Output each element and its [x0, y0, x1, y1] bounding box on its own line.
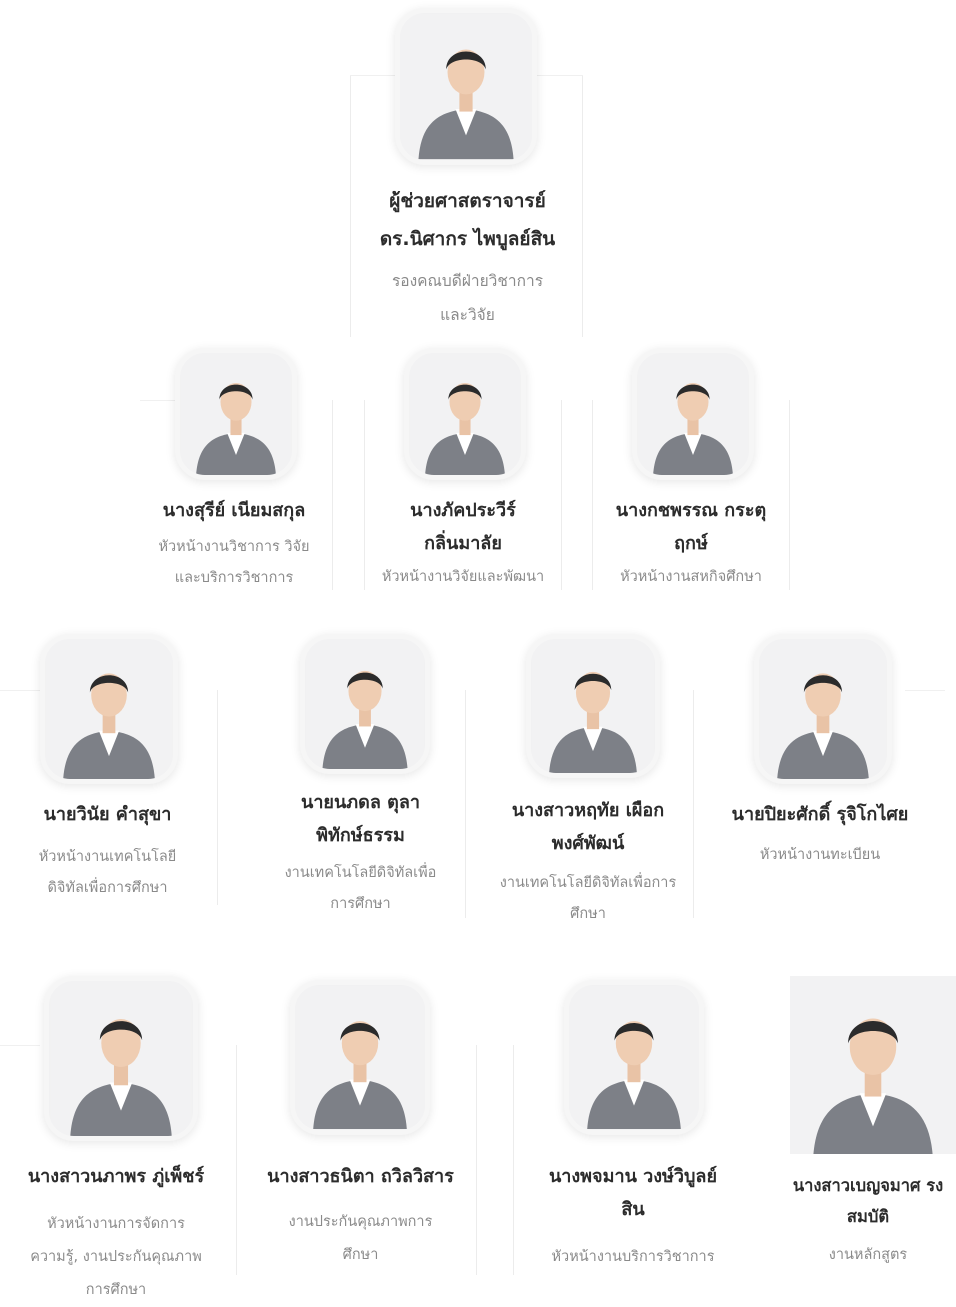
portrait-photo — [44, 976, 198, 1141]
person-role: หัวหน้างานทะเบียน — [759, 847, 881, 863]
divider — [350, 75, 351, 337]
person-card: นางกชพรรณ กระตุฤกษ์ หัวหน้างานสหกิจศึกษา — [594, 340, 788, 595]
divider — [476, 1045, 477, 1275]
portrait-photo — [754, 634, 892, 784]
portrait-photo — [404, 348, 526, 480]
person-name: นางพจมาน วงษ์วิบูลย์สิน — [548, 1166, 718, 1220]
person-card: นายวินัย คำสุขา หัวหน้างานเทคโนโลยีดิจิท… — [0, 630, 215, 920]
divider — [332, 400, 333, 590]
person-name: นางสาวธนิตา ถวิลวิสาร — [267, 1166, 454, 1187]
person-role: งานเทคโนโลยีดิจิทัลเพื่อการศึกษา — [284, 865, 437, 912]
person-role: งานเทคโนโลยีดิจิทัลเพื่อการศึกษา — [499, 875, 677, 922]
person-name: นายปิยะศักดิ์ รุจิโกไศย — [731, 804, 909, 825]
divider — [364, 400, 365, 590]
portrait-photo — [526, 634, 660, 778]
person-name: นางสาวหฤทัย เผือกพงศ์พัฒน์ — [511, 800, 665, 854]
portrait-photo — [790, 976, 956, 1154]
divider — [513, 1045, 514, 1275]
person-name: นายวินัย คำสุขา — [43, 804, 172, 825]
person-card: นางสาวนภาพร ภู่เพ็ชร์ หัวหน้างานการจัดกา… — [0, 970, 232, 1307]
person-name: นางสาวเบญจมาศ รงสมบัติ — [792, 1176, 944, 1226]
portrait-photo — [632, 348, 754, 480]
divider — [465, 690, 466, 918]
divider — [217, 690, 218, 905]
person-role: งานหลักสูตร — [828, 1247, 908, 1263]
person-card: นางภัคประวีร์ กลิ่นมาลัย หัวหน้างานวิจัย… — [366, 340, 560, 595]
person-name: นางสุรีย์ เนียมสกุล — [162, 500, 306, 521]
portrait-photo — [395, 8, 537, 165]
person-role: หัวหน้างานสหกิจศึกษา — [620, 569, 762, 585]
person-card: นางพจมาน วงษ์วิบูลย์สิน หัวหน้างานบริการ… — [518, 970, 748, 1270]
person-card: นางสาวเบญจมาศ รงสมบัติ งานหลักสูตร — [780, 970, 956, 1280]
person-name: นางกชพรรณ กระตุฤกษ์ — [615, 500, 767, 554]
divider — [592, 400, 593, 590]
divider — [236, 1045, 237, 1275]
person-card: นางสาวหฤทัย เผือกพงศ์พัฒน์ งานเทคโนโลยีด… — [488, 630, 688, 925]
person-name: นางภัคประวีร์ กลิ่นมาลัย — [410, 500, 516, 554]
person-role: หัวหน้างานเทคโนโลยีดิจิทัลเพื่อการศึกษา — [38, 849, 177, 896]
person-card: ผู้ช่วยศาสตราจารย์ ดร.นิศากร ไพบูลย์สิน … — [355, 0, 580, 340]
divider — [693, 690, 694, 918]
portrait-photo — [300, 634, 430, 774]
person-role: งานประกันคุณภาพการศึกษา — [288, 1214, 433, 1263]
person-role: หัวหน้างานการจัดการความรู้, งานประกันคุณ… — [30, 1216, 202, 1298]
person-card: นางสาวธนิตา ถวิลวิสาร งานประกันคุณภาพการ… — [248, 970, 473, 1270]
person-name: ผู้ช่วยศาสตราจารย์ ดร.นิศากร ไพบูลย์สิน — [379, 190, 556, 250]
person-role: หัวหน้างานวิชาการ วิจัยและบริการวิชาการ — [158, 539, 310, 586]
divider — [582, 75, 583, 337]
person-card: นายปิยะศักดิ์ รุจิโกไศย หัวหน้างานทะเบีย… — [722, 630, 918, 920]
portrait-photo — [564, 980, 704, 1135]
person-role: หัวหน้างานวิจัยและพัฒนา — [381, 569, 545, 585]
divider — [561, 400, 562, 590]
person-card: นายนภดล ตุลาพิทักษ์ธรรม งานเทคโนโลยีดิจิ… — [258, 630, 463, 920]
person-role: รองคณบดีฝ่ายวิชาการ และวิจัย — [391, 272, 544, 324]
portrait-photo — [290, 980, 430, 1135]
person-role: หัวหน้างานบริการวิชาการ — [551, 1249, 715, 1265]
portrait-photo — [175, 348, 297, 480]
divider — [789, 400, 790, 590]
person-card: นางสุรีย์ เนียมสกุล หัวหน้างานวิชาการ วิ… — [138, 340, 330, 595]
person-name: นายนภดล ตุลาพิทักษ์ธรรม — [301, 792, 420, 846]
person-name: นางสาวนภาพร ภู่เพ็ชร์ — [27, 1166, 205, 1187]
portrait-photo — [40, 634, 178, 784]
